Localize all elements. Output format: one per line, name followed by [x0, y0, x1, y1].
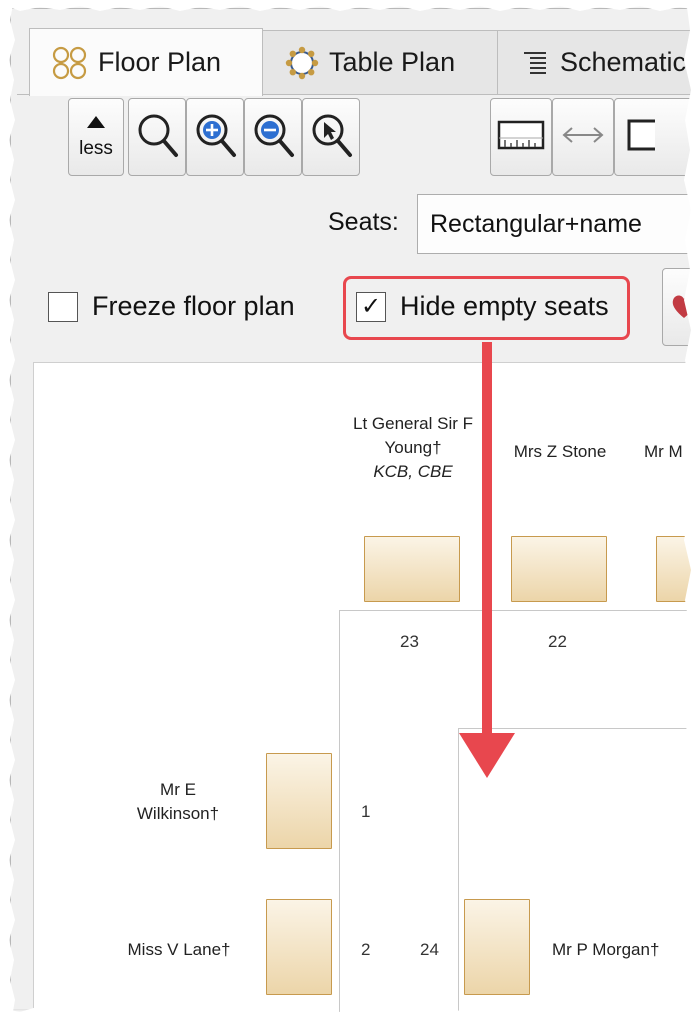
fit-width-button[interactable]: [552, 98, 614, 176]
zoom-select-icon: [308, 110, 354, 165]
table-plan-icon: [285, 46, 319, 80]
seat-number: 23: [400, 632, 419, 651]
zoom-out-icon: [250, 110, 296, 165]
ruler-icon: [496, 118, 546, 157]
zoom-in-button[interactable]: [186, 98, 244, 176]
seat[interactable]: [656, 536, 696, 602]
floor-plan-icon: [52, 46, 88, 80]
seats-label: Seats:: [328, 208, 399, 236]
guest-name[interactable]: Lt General Sir F Young† KCB, CBE: [334, 412, 492, 484]
heart-icon: [669, 291, 696, 326]
guest-name[interactable]: Mrs Z Stone: [500, 440, 620, 464]
tab-floor-plan[interactable]: Floor Plan: [29, 28, 263, 96]
guest-name-line: Young†: [384, 438, 442, 457]
freeze-label: Freeze floor plan: [92, 291, 295, 321]
freeze-checkbox[interactable]: [48, 291, 78, 322]
zoom-in-icon: [192, 110, 238, 165]
less-label: less: [79, 137, 113, 159]
zoom-select-button[interactable]: [302, 98, 360, 176]
fit-width-icon: [558, 120, 608, 155]
guest-name[interactable]: Mr P Morgan†: [552, 938, 696, 962]
guest-name-line: Mr E: [160, 780, 196, 799]
tab-label: Table Plan: [329, 47, 456, 77]
guest-name-line: Lt General Sir F: [353, 414, 473, 433]
seat[interactable]: [266, 753, 332, 849]
guest-name[interactable]: Mr M: [644, 440, 696, 464]
seats-value: Rectangular+name: [430, 209, 642, 238]
fit-page-icon: [625, 118, 671, 157]
guest-name[interactable]: Mr E Wilkinson†: [110, 778, 246, 826]
tab-label: Schematic: [560, 47, 687, 77]
seat-number: 24: [420, 940, 439, 959]
zoom-icon: [134, 110, 180, 165]
schematic-icon: [520, 48, 550, 78]
tab-label: Floor Plan: [98, 47, 222, 77]
zoom-out-button[interactable]: [244, 98, 302, 176]
zoom-button[interactable]: [128, 98, 186, 176]
triangle-up-icon: [86, 115, 106, 134]
seat[interactable]: [511, 536, 607, 602]
freeze-floor-plan-option[interactable]: Freeze floor plan: [48, 291, 295, 322]
tab-table-plan[interactable]: Table Plan: [262, 30, 498, 94]
less-button[interactable]: less: [68, 98, 124, 176]
partial-toolbar-button[interactable]: [662, 268, 696, 346]
seat[interactable]: [266, 899, 332, 995]
seats-select[interactable]: Rectangular+name: [417, 194, 696, 254]
guest-name-line: Wilkinson†: [136, 804, 220, 823]
seat-number: 22: [548, 632, 567, 651]
highlight-box: [343, 276, 630, 340]
guest-honours: KCB, CBE: [373, 462, 453, 481]
fit-page-button[interactable]: [614, 98, 696, 176]
seat[interactable]: [364, 536, 460, 602]
ruler-button[interactable]: [490, 98, 552, 176]
guest-name[interactable]: Miss V Lane†: [104, 938, 254, 962]
seat-number: 2: [361, 940, 371, 959]
seat[interactable]: [464, 899, 530, 995]
tab-schematic[interactable]: Schematic: [497, 30, 696, 94]
application-window: Floor Plan Table Plan Schematic less Sea…: [0, 0, 696, 1017]
seat-number: 1: [361, 802, 371, 821]
